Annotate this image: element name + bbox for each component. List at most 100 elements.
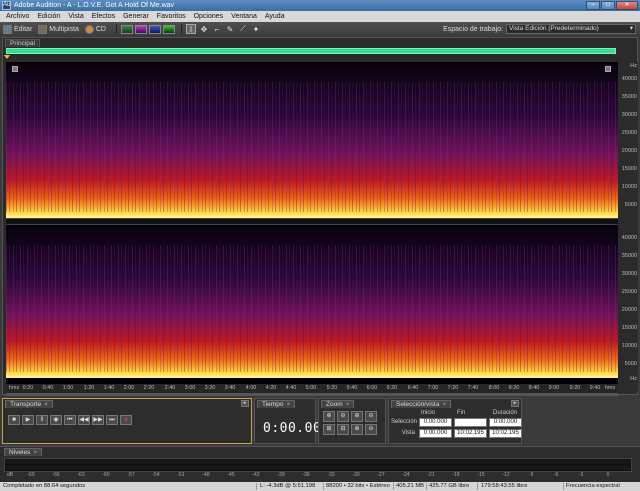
status-size: 405.21 MB: [396, 483, 425, 489]
close-button[interactable]: ✕: [616, 1, 638, 10]
menu-edicion[interactable]: Edición: [33, 13, 64, 20]
window-title: Adobe Audition - A - L.O.V.E. Got A Hold…: [14, 2, 175, 9]
view-end-field[interactable]: 10:02.195: [454, 429, 487, 438]
time-selection-tool[interactable]: I: [186, 24, 196, 34]
marquee-tool[interactable]: ⌐: [212, 24, 222, 34]
meter-tick: -18: [452, 472, 460, 478]
time-tick: 4:40: [285, 385, 297, 391]
brush-tool[interactable]: ⟋: [238, 24, 248, 34]
meter-tick: -33: [327, 472, 335, 478]
transport-tab[interactable]: Transporte ×: [5, 400, 53, 408]
maximize-button[interactable]: □: [601, 1, 615, 10]
go-to-end-button[interactable]: ⏭: [106, 415, 118, 425]
spectral-pan-display-button[interactable]: [149, 24, 161, 34]
panel-menu-icon[interactable]: ▸: [241, 400, 249, 407]
time-tick: 7:00: [427, 385, 439, 391]
hz-tick: 40000: [621, 76, 637, 82]
spot-healing-tool[interactable]: ✦: [251, 24, 261, 34]
cd-view-label: CD: [95, 25, 106, 33]
spectral-phase-display-button[interactable]: [163, 24, 175, 34]
meter-tick: -6: [553, 472, 559, 478]
move-tool[interactable]: ✥: [199, 24, 209, 34]
selection-duration-field[interactable]: 0:00.000: [489, 418, 522, 427]
zoom-out-full-button[interactable]: ⊟: [337, 424, 349, 435]
zoom-to-selection-button[interactable]: ⊞: [323, 424, 335, 435]
hz-tick: 5000: [624, 202, 637, 208]
zoom-controls: ⊕ ⊖ ⊕ ⊖ ⊞ ⊟ ⊕ ⊖: [323, 411, 377, 435]
zoom-handle-icon[interactable]: [12, 66, 18, 72]
close-icon[interactable]: ×: [442, 401, 446, 408]
time-tab[interactable]: Tiempo ×: [257, 400, 296, 408]
meter-tick: -54: [152, 472, 160, 478]
multitrack-view-button[interactable]: Multipista: [38, 24, 79, 34]
lasso-tool[interactable]: ✎: [225, 24, 235, 34]
levels-tab[interactable]: Niveles ×: [4, 448, 43, 456]
stop-button[interactable]: ■: [8, 415, 20, 425]
rewind-button[interactable]: ◀◀: [78, 415, 90, 425]
panel-menu-icon[interactable]: ▸: [511, 400, 519, 407]
close-icon[interactable]: ×: [346, 401, 350, 408]
status-separator: [323, 483, 324, 490]
menu-opciones[interactable]: Opciones: [190, 13, 228, 20]
zoom-panel: Zoom × ⊕ ⊖ ⊕ ⊖ ⊞ ⊟ ⊕ ⊖: [318, 398, 386, 444]
spectral-frequency-display-button[interactable]: [135, 24, 147, 34]
menu-favoritos[interactable]: Favoritos: [153, 13, 190, 20]
menu-ventana[interactable]: Ventana: [227, 13, 261, 20]
zoom-in-amplitude-button[interactable]: ⊕: [323, 411, 335, 422]
selection-view-tab[interactable]: Selección/vista ×: [391, 400, 452, 408]
view-duration-field[interactable]: 10:02.195: [489, 429, 522, 438]
main-panel-tab[interactable]: Principal: [5, 39, 40, 47]
time-tick: 8:40: [528, 385, 540, 391]
record-button[interactable]: ●: [120, 415, 132, 425]
time-tick: 9:00: [548, 385, 560, 391]
pause-button[interactable]: ‖: [36, 415, 48, 425]
menu-efectos[interactable]: Efectos: [88, 13, 119, 20]
menu-ayuda[interactable]: Ayuda: [261, 13, 289, 20]
menu-archivo[interactable]: Archivo: [2, 13, 33, 20]
time-tick: 7:20: [447, 385, 459, 391]
menu-vista[interactable]: Vista: [64, 13, 87, 20]
zoom-in-right-button[interactable]: ⊖: [365, 424, 377, 435]
meter-tick: -12: [502, 472, 510, 478]
time-tick: 4:00: [245, 385, 257, 391]
fast-forward-button[interactable]: ▶▶: [92, 415, 104, 425]
spectral-display[interactable]: [6, 62, 618, 392]
zoom-in-time-button[interactable]: ⊕: [351, 411, 363, 422]
view-start-field[interactable]: 0:00.000: [419, 429, 452, 438]
zoom-handle-icon[interactable]: [605, 66, 611, 72]
hz-tick: 25000: [621, 289, 637, 295]
loop-button[interactable]: ◉: [50, 415, 62, 425]
zoom-tab[interactable]: Zoom ×: [321, 400, 355, 408]
hz-tick: 40000: [621, 235, 637, 241]
hz-tick: 5000: [624, 361, 637, 367]
toolbar-separator: [181, 24, 182, 34]
go-to-start-button[interactable]: ⏮: [64, 415, 76, 425]
hz-tick: 15000: [621, 166, 637, 172]
zoom-in-left-button[interactable]: ⊕: [351, 424, 363, 435]
cd-view-button[interactable]: CD: [84, 24, 106, 34]
zoom-out-amplitude-button[interactable]: ⊖: [337, 411, 349, 422]
spectrogram-right-channel[interactable]: [6, 225, 618, 378]
hz-tick: 35000: [621, 94, 637, 100]
waveform-display-button[interactable]: [121, 24, 133, 34]
workspace-dropdown[interactable]: Vista Edición (Predeterminado) ▾: [506, 24, 636, 34]
menu-generar[interactable]: Generar: [119, 13, 153, 20]
zoom-out-time-button[interactable]: ⊖: [365, 411, 377, 422]
meter-tick: -36: [302, 472, 310, 478]
close-icon[interactable]: ×: [286, 401, 290, 408]
close-icon[interactable]: ×: [33, 449, 37, 456]
minimize-button[interactable]: –: [586, 1, 600, 10]
hz-tick: 30000: [621, 271, 637, 277]
playhead-marker-icon[interactable]: [4, 55, 10, 59]
edit-view-button[interactable]: Editar: [3, 24, 32, 34]
hz-tick: 25000: [621, 130, 637, 136]
time-ruler[interactable]: hms 0:20 0:40 1:00 1:20 1:40 2:00 2:20 2…: [6, 384, 618, 393]
play-button[interactable]: ▶: [22, 415, 34, 425]
menu-bar: Archivo Edición Vista Efectos Generar Fa…: [0, 11, 640, 22]
spectrogram-left-channel[interactable]: [6, 62, 618, 218]
close-icon[interactable]: ×: [44, 401, 48, 408]
selection-start-field[interactable]: 0:00.000: [419, 418, 452, 427]
status-separator: [477, 483, 478, 490]
selection-end-field[interactable]: [454, 418, 487, 427]
overview-bar[interactable]: [6, 48, 616, 54]
